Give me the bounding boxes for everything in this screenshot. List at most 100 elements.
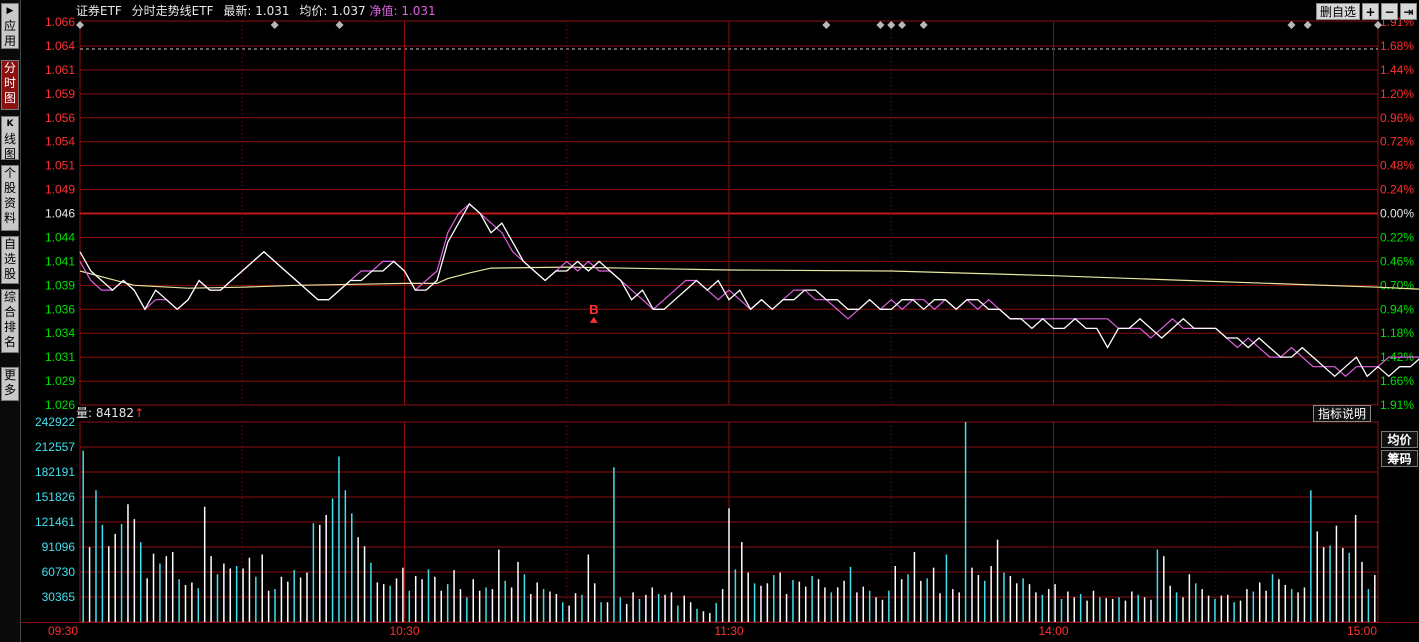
volume-tick-label: 91096 (42, 540, 76, 554)
time-tick-label: 09:30 (48, 624, 78, 638)
volume-value: 84182 (95, 406, 135, 420)
price-tick-label: 1.056 (45, 111, 75, 125)
sidebar-char: 自 (3, 237, 16, 251)
percent-tick-label: 0.70% (1380, 278, 1414, 292)
event-diamond (1303, 21, 1312, 29)
volume-tick-label: 121461 (35, 515, 75, 529)
event-diamond (898, 21, 907, 29)
sidebar-char: 股 (3, 267, 16, 281)
volume-prefix: 量: (76, 406, 93, 420)
time-axis: 09:30 10:30 11:30 14:00 15:00 (48, 624, 1377, 638)
sidebar-item-6[interactable]: 更多 (1, 367, 19, 401)
sidebar-char: 合 (3, 305, 16, 319)
volume-tick-label: 30365 (42, 590, 76, 604)
percent-tick-label: 0.24% (1380, 183, 1414, 197)
nav-value: 1.031 (401, 4, 436, 18)
percent-tick-label: 1.68% (1380, 39, 1414, 53)
percent-tick-label: 0.94% (1380, 302, 1414, 316)
percent-tick-label: 0.96% (1380, 111, 1414, 125)
sidebar-char: 个 (3, 166, 16, 180)
event-diamond (822, 21, 831, 29)
chart-header: 证券ETF 分时走势线ETF 最新: 1.031 均价: 1.037 净值: 1… (76, 3, 436, 19)
series-line-0 (79, 202, 1419, 378)
time-tick-label: 10:30 (389, 624, 419, 638)
sidebar-char: 分 (3, 61, 16, 75)
event-diamond (335, 21, 344, 29)
volume-tick-label: 242922 (35, 415, 75, 429)
time-tick-label: 11:30 (714, 624, 743, 638)
volume-tick-label: 212557 (35, 440, 75, 454)
chips-button[interactable]: 筹码 (1381, 450, 1418, 467)
latest-label: 最新: (223, 4, 252, 18)
volume-tick-label: 182191 (35, 465, 75, 479)
price-tick-label: 1.059 (45, 87, 75, 101)
sidebar-item-4[interactable]: 自选股 (1, 236, 19, 284)
event-diamond (1287, 21, 1296, 29)
percent-tick-label: 1.44% (1380, 63, 1414, 77)
price-tick-label: 1.029 (45, 374, 75, 388)
chart-toolbar: 删自选 + − ⇥ (1315, 3, 1417, 20)
price-axis-left: 1.066 1.064 1.061 1.059 1.056 1.054 1.051 1.049… (45, 15, 75, 412)
price-tick-label: 1.049 (45, 183, 75, 197)
sidebar-glyph: ▶ (6, 6, 14, 16)
sidebar-item-5[interactable]: 综合排名 (1, 289, 19, 353)
price-tick-label: 1.026 (45, 398, 75, 412)
volume-label: 量: 84182↑ (76, 406, 144, 420)
percent-tick-label: 1.18% (1380, 326, 1414, 340)
event-diamond (76, 21, 84, 29)
avg-value: 1.037 (331, 4, 366, 18)
volume-tick-label: 60730 (42, 565, 76, 579)
timeshare-chart: 1.066 1.064 1.061 1.059 1.056 1.054 1.051 1.049… (20, 15, 1419, 638)
sidebar-item-1[interactable]: 分时图 (1, 60, 19, 110)
up-arrow-icon: ↑ (134, 406, 145, 420)
nav-label: 净值: (369, 4, 398, 18)
price-tick-label: 1.051 (45, 159, 75, 173)
sidebar-char: 图 (3, 91, 16, 105)
buy-marker-triangle (589, 316, 598, 323)
chart-label: 分时走势线ETF (131, 4, 214, 18)
latest-value: 1.031 (255, 4, 290, 18)
price-lines (79, 202, 1419, 378)
event-diamond (876, 21, 885, 29)
price-tick-label: 1.061 (45, 63, 75, 77)
series-line-2 (79, 266, 1419, 290)
event-diamond (270, 21, 279, 29)
price-tick-label: 1.046 (45, 207, 75, 221)
sidebar-char: 综 (3, 290, 16, 304)
price-tick-label: 1.039 (45, 278, 75, 292)
avg-price-button[interactable]: 均价 (1381, 431, 1418, 448)
percent-tick-label: 0.48% (1380, 159, 1414, 173)
sidebar-item-2[interactable]: K线图 (1, 116, 19, 161)
plus-icon[interactable]: + (1362, 3, 1379, 20)
price-tick-label: 1.066 (45, 15, 75, 29)
sidebar-char: 时 (3, 76, 16, 90)
percent-tick-label: 0.46% (1380, 254, 1414, 268)
price-tick-label: 1.036 (45, 302, 75, 316)
sidebar-char: 更 (3, 368, 16, 382)
minus-icon[interactable]: − (1381, 3, 1398, 20)
sidebar-char: 多 (3, 383, 16, 397)
percent-tick-label: 0.72% (1380, 135, 1414, 149)
price-tick-label: 1.031 (45, 350, 75, 364)
sidebar-char: 图 (3, 147, 16, 161)
sidebar-char: 资 (3, 196, 16, 210)
sidebar-char: 线 (3, 132, 16, 146)
event-diamond (919, 21, 928, 29)
buy-marker-label: B (589, 302, 598, 317)
volume-tick-label: 151826 (35, 490, 75, 504)
indicator-help-button[interactable]: 指标说明 (1313, 405, 1371, 422)
trade-marker: B (589, 302, 598, 323)
percent-tick-label: 0.00% (1380, 207, 1414, 221)
avg-label: 均价: (299, 4, 328, 18)
sidebar-item-3[interactable]: 个股资料 (1, 165, 19, 231)
price-tick-label: 1.034 (45, 326, 75, 340)
security-name: 证券ETF (76, 4, 122, 18)
time-tick-label: 14:00 (1038, 624, 1068, 638)
event-markers (76, 21, 1382, 29)
remove-watchlist-button[interactable]: 删自选 (1315, 3, 1360, 20)
sidebar-glyph: K (6, 119, 14, 129)
sidebar-item-0[interactable]: ▶ 应用 (1, 3, 19, 49)
sidebar-char: 料 (3, 211, 16, 225)
price-tick-label: 1.064 (45, 39, 75, 53)
skip-end-icon[interactable]: ⇥ (1400, 3, 1417, 20)
